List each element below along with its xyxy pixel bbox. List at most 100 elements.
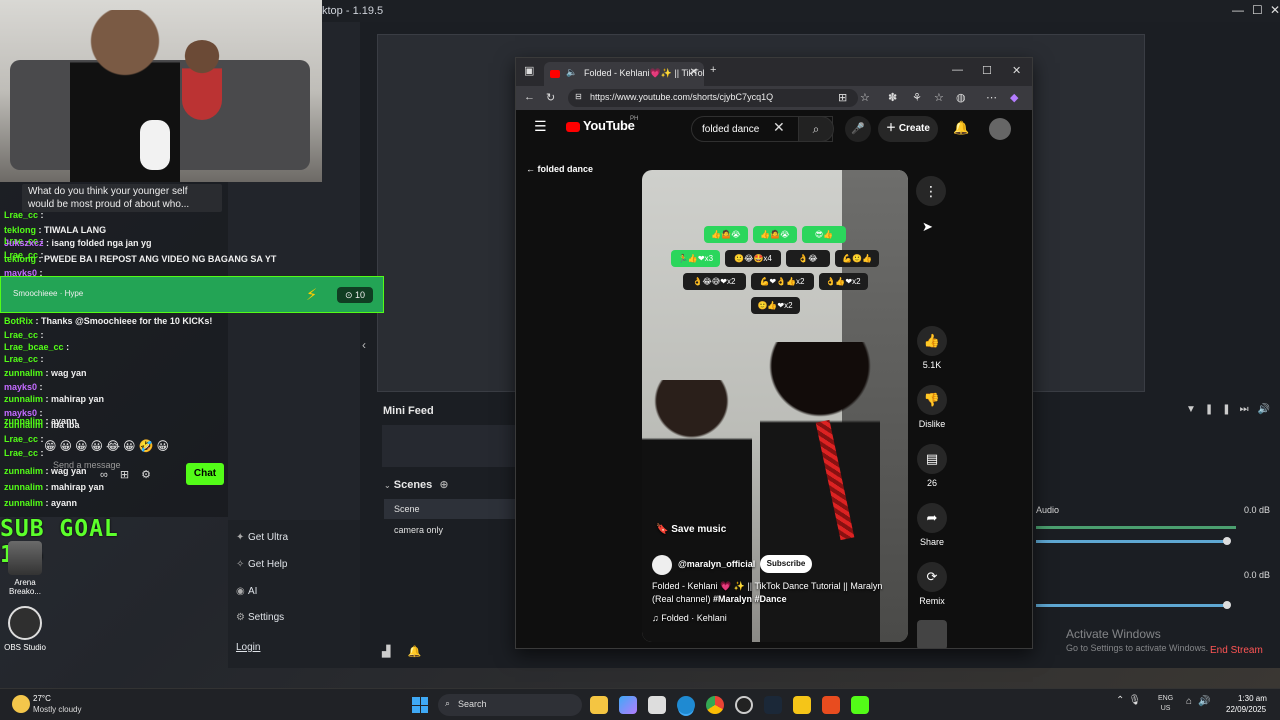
app-a-icon[interactable] (822, 696, 840, 714)
chat-username[interactable]: zunnalim (4, 394, 43, 404)
save-music-button[interactable]: 🔖 Save music (656, 524, 726, 535)
chat-username[interactable]: BotRix (4, 316, 33, 326)
refresh-icon[interactable]: ↻ (546, 91, 555, 104)
copilot-app-icon[interactable] (619, 696, 637, 714)
minimize-icon[interactable]: — (1232, 3, 1244, 17)
profile-icon[interactable]: ◍ (956, 91, 966, 104)
add-scene-icon[interactable]: ⊕ (439, 479, 448, 491)
app-r-icon[interactable] (793, 696, 811, 714)
gift-icon[interactable]: ⊞ (120, 469, 141, 481)
comments-button[interactable]: ▤ 26 (912, 444, 952, 488)
chat-username[interactable]: Lrae_cc (4, 354, 38, 364)
chevron-down-icon[interactable]: ⌄ (384, 481, 391, 490)
menu-get-ultra[interactable]: ✦ Get Ultra (236, 532, 288, 543)
weather-icon[interactable] (12, 695, 30, 713)
split-icon[interactable]: ⊞ (838, 91, 847, 104)
remix-button[interactable]: ⟳ Remix (912, 562, 952, 606)
dislike-button[interactable]: 👎 Dislike (912, 385, 952, 429)
tray-chevron-icon[interactable]: ⌃ (1116, 695, 1128, 706)
speaker-icon[interactable]: 🔈 (566, 67, 577, 78)
bell-icon[interactable]: 🔔 (408, 646, 422, 658)
chat-username[interactable]: Jukszxcz (4, 238, 44, 248)
maximize-icon[interactable]: ☐ (982, 64, 992, 77)
maximize-icon[interactable]: ☐ (1252, 3, 1263, 17)
tab-youtube-short[interactable]: 🔈 Folded - Kehlani💗✨ || TikTok ✕ (544, 62, 704, 86)
short-song[interactable]: ♫ Folded · Kehlani (652, 613, 727, 623)
chat-button[interactable]: Chat (186, 463, 224, 485)
kick-app-icon[interactable] (851, 696, 869, 714)
back-icon[interactable]: ← (524, 91, 535, 103)
share-button[interactable]: ➦ Share (912, 503, 952, 547)
chat-username[interactable]: Lrae_bcae_cc (4, 342, 64, 352)
close-tab-icon[interactable]: ✕ (690, 67, 698, 78)
close-window-icon[interactable]: ✕ (1012, 64, 1021, 77)
speaker-tray-icon[interactable]: 🔊 (1198, 696, 1216, 707)
menu-ai[interactable]: ◉ AI (236, 586, 257, 597)
obs-taskbar-icon[interactable] (735, 696, 753, 714)
gear-icon[interactable]: ⚙ (141, 469, 163, 481)
desktop-icon-obs[interactable]: OBS Studio (0, 606, 50, 652)
clock-date[interactable]: 22/09/2025 (1226, 705, 1266, 714)
close-icon[interactable]: ✕ (1270, 3, 1280, 17)
emote-icon[interactable]: ∞ (100, 469, 120, 481)
subscribe-button[interactable]: Subscribe (760, 555, 812, 573)
sound-thumbnail[interactable] (912, 620, 952, 648)
stats-icon[interactable]: ▟ (382, 646, 390, 658)
store-icon[interactable] (648, 696, 666, 714)
avatar[interactable] (989, 118, 1011, 140)
mixer-slider-2[interactable] (1036, 604, 1226, 607)
channel-name[interactable]: @maralyn_official (678, 559, 755, 569)
new-tab-icon[interactable]: + (710, 64, 716, 76)
chat-username[interactable]: zunnalim (4, 466, 43, 476)
mixer-slider-1[interactable] (1036, 540, 1226, 543)
chat-username[interactable]: teklong (4, 225, 36, 235)
short-title[interactable]: Folded - Kehlani 💗 ✨ || TikTok Dance Tut… (652, 580, 898, 606)
taskbar-search[interactable]: ⌕ Search (438, 694, 582, 716)
extension-icon[interactable]: ✽ (888, 91, 897, 104)
voice-search-button[interactable]: 🎤 (845, 116, 871, 142)
filter-icon[interactable]: ▼ (1186, 404, 1205, 415)
clock-time[interactable]: 1:30 am (1238, 694, 1267, 703)
mixer-knob-2[interactable] (1223, 601, 1231, 609)
short-title-tags[interactable]: #Maralyn #Dance (713, 594, 787, 604)
tab-actions-icon[interactable]: ▣ (524, 64, 534, 77)
menu-get-help[interactable]: ✧ Get Help (236, 559, 287, 570)
menu-login[interactable]: Login (236, 642, 260, 653)
language-indicator[interactable]: ENG US (1158, 694, 1173, 714)
youtube-logo-text[interactable]: YouTube (583, 118, 635, 133)
chat-username[interactable]: zunnalim (4, 420, 43, 430)
chrome-icon[interactable] (706, 696, 724, 714)
emote-row[interactable]: 😁😀😀😀😂😀🤣😀 (44, 439, 172, 453)
edge-icon[interactable] (677, 696, 695, 714)
youtube-logo-icon[interactable] (566, 122, 580, 132)
minimize-icon[interactable]: — (952, 64, 963, 76)
chat-username[interactable]: zunnalim (4, 498, 43, 508)
chat-username[interactable]: zunnalim (4, 482, 43, 492)
collapse-chevron-icon[interactable]: ‹ (362, 338, 366, 352)
scene-item-scene[interactable]: Scene (384, 499, 516, 519)
scene-item-camera-only[interactable]: camera only (384, 520, 516, 540)
end-stream-button[interactable]: End Stream (1210, 645, 1263, 656)
chat-username[interactable]: Lrae_cc (4, 210, 38, 220)
steam-icon[interactable] (764, 696, 782, 714)
menu-settings[interactable]: ⚙ Settings (236, 612, 284, 623)
mixer-knob-1[interactable] (1223, 537, 1231, 545)
copilot-icon[interactable]: ◆ (1010, 91, 1018, 104)
site-info-icon[interactable]: ⊟ (575, 92, 582, 101)
create-button[interactable]: ＋ Create (878, 116, 938, 142)
chat-username[interactable]: zunnalim (4, 368, 43, 378)
network-icon[interactable]: ⌂ (1186, 696, 1198, 707)
chat-username[interactable]: teklong (4, 254, 36, 264)
weather-desc[interactable]: Mostly cloudy (33, 705, 81, 714)
next-icon[interactable]: ⏭ (1240, 404, 1258, 415)
url-field[interactable]: ⊟ https://www.youtube.com/shorts/cjybC7y… (568, 89, 858, 107)
favorites-icon[interactable]: ☆ (934, 91, 944, 104)
weather-temp[interactable]: 27°C (33, 694, 51, 703)
favorite-icon[interactable]: ☆ (860, 91, 870, 104)
start-button[interactable] (412, 697, 428, 713)
chat-username[interactable]: Lrae_cc (4, 434, 38, 444)
desktop-icon-arena[interactable]: Arena Breako... (0, 541, 50, 596)
chat-username[interactable]: Lrae_cc (4, 330, 38, 340)
chat-username[interactable]: Lrae_cc (4, 448, 38, 458)
notifications-bell-icon[interactable]: 🔔 (953, 120, 969, 136)
